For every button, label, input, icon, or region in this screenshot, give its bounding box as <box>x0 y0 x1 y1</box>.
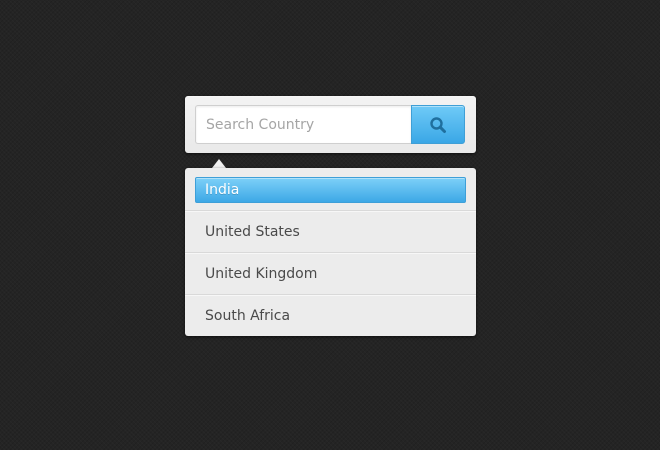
results-dropdown: India United States United Kingdom South… <box>185 168 476 336</box>
search-icon <box>429 116 447 134</box>
list-item-label: United States <box>205 223 300 240</box>
list-item-label: South Africa <box>205 307 291 324</box>
list-item[interactable]: India <box>185 168 476 210</box>
search-panel <box>185 96 476 153</box>
dropdown-pointer-arrow <box>212 159 226 168</box>
list-item[interactable]: United States <box>185 210 476 252</box>
search-input[interactable] <box>195 105 411 144</box>
list-item-label: United Kingdom <box>205 265 318 282</box>
list-item-selected[interactable]: India <box>195 177 466 203</box>
list-item[interactable]: South Africa <box>185 294 476 336</box>
search-button[interactable] <box>411 105 465 144</box>
list-item[interactable]: United Kingdom <box>185 252 476 294</box>
